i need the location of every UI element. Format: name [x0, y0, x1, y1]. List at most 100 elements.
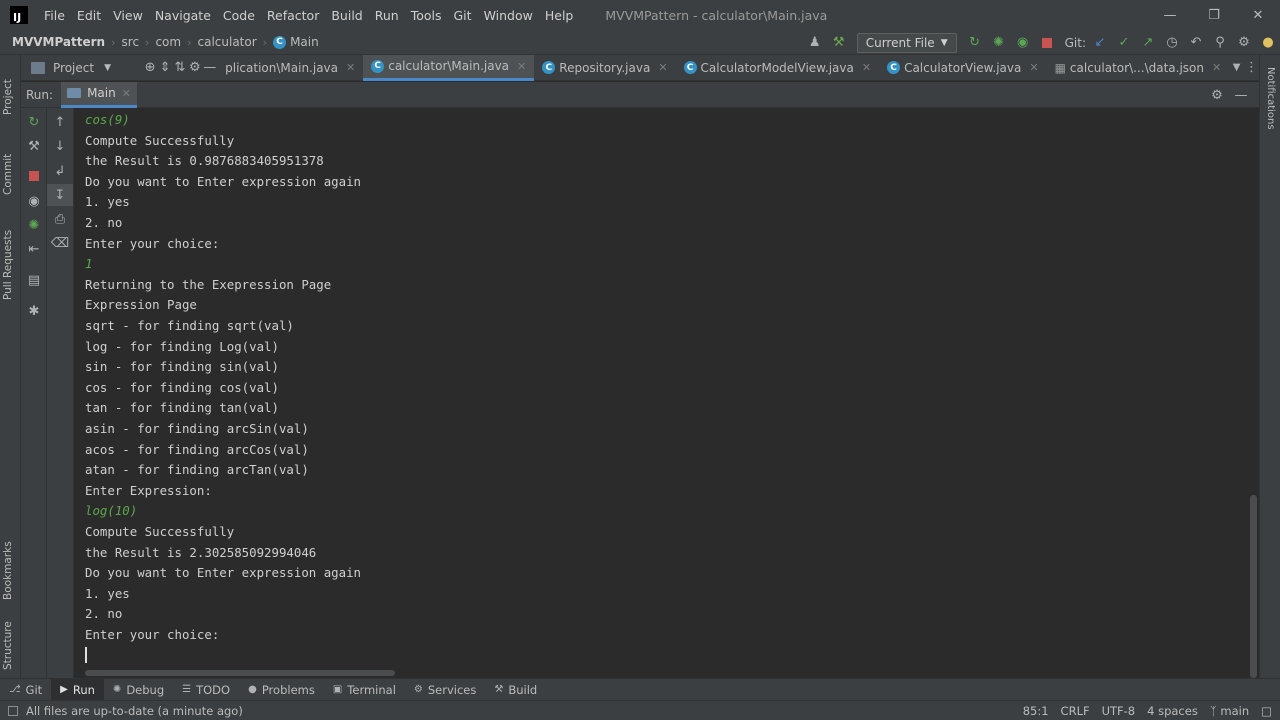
- gear-icon[interactable]: ⚙: [187, 56, 202, 80]
- pull-requests-tool-label[interactable]: Pull Requests: [2, 230, 14, 300]
- problems-icon: ●: [248, 684, 257, 695]
- history-icon[interactable]: ◷: [1160, 31, 1184, 55]
- build-hammer-icon[interactable]: ⚒: [827, 31, 851, 55]
- git-update-icon[interactable]: ↙: [1088, 31, 1112, 55]
- menu-tools[interactable]: Tools: [405, 8, 448, 23]
- rollback-icon[interactable]: ↶: [1184, 31, 1208, 55]
- exit-icon[interactable]: ⇤: [21, 238, 47, 260]
- more-vertical-icon[interactable]: ⋮: [1244, 56, 1259, 80]
- line-separator[interactable]: CRLF: [1061, 704, 1090, 718]
- breadcrumb-calculator[interactable]: calculator: [198, 35, 257, 49]
- breadcrumb-project[interactable]: MVVMPattern: [12, 35, 105, 49]
- tab-calculator-model-view[interactable]: C CalculatorModelView.java ✕: [676, 55, 880, 81]
- rerun-icon[interactable]: ↻: [21, 111, 47, 133]
- print-icon[interactable]: ⎙: [47, 208, 73, 230]
- stop-icon[interactable]: [1035, 31, 1059, 55]
- tab-calculator-main[interactable]: C calculator\Main.java ✕: [363, 54, 535, 81]
- indent-setting[interactable]: 4 spaces: [1147, 704, 1198, 718]
- tool-window-run[interactable]: ▶ Run: [51, 678, 104, 701]
- stop-icon[interactable]: [21, 165, 47, 187]
- close-tab-icon[interactable]: ✕: [862, 61, 871, 74]
- arrow-down-icon[interactable]: ↓: [47, 135, 73, 157]
- trash-icon[interactable]: ⌫: [47, 232, 73, 254]
- restore-icon[interactable]: ❐: [1192, 0, 1236, 30]
- minimize-icon[interactable]: —: [1148, 0, 1192, 30]
- layout-icon[interactable]: ▤: [21, 269, 47, 291]
- close-tab-icon[interactable]: ✕: [1029, 61, 1038, 74]
- console-output-line: atan - for finding arcTan(val): [85, 462, 309, 478]
- breadcrumb-src[interactable]: src: [122, 35, 140, 49]
- gear-icon[interactable]: ⚙: [1232, 31, 1256, 55]
- structure-tool-label[interactable]: Structure: [2, 621, 14, 670]
- project-view-selector[interactable]: Project ▼: [31, 61, 143, 75]
- horizontal-scrollbar[interactable]: [85, 670, 395, 676]
- wrench-icon[interactable]: ⚒: [21, 135, 47, 157]
- tool-window-build[interactable]: ⚒ Build: [485, 679, 546, 701]
- close-tab-icon[interactable]: ✕: [122, 87, 131, 100]
- arrow-up-icon[interactable]: ↑: [47, 111, 73, 133]
- user-icon[interactable]: ♟: [803, 31, 827, 55]
- menu-file[interactable]: File: [38, 8, 71, 23]
- expand-all-icon[interactable]: ⇕: [158, 56, 173, 80]
- menu-help[interactable]: Help: [539, 8, 580, 23]
- bookmarks-tool-label[interactable]: Bookmarks: [2, 541, 14, 600]
- caret-position[interactable]: 85:1: [1023, 704, 1049, 718]
- run-tab-main[interactable]: Main ✕: [61, 81, 137, 108]
- tab-data-json[interactable]: ▦ calculator\...\data.json ✕: [1047, 55, 1230, 81]
- lock-icon[interactable]: □: [1261, 704, 1272, 718]
- gear-icon[interactable]: ⚙: [1205, 83, 1229, 107]
- menu-edit[interactable]: Edit: [71, 8, 107, 23]
- tool-window-bar: ⎇ Git ▶ Run ✺ Debug ☰ TODO ● Problems ▣ Terminal ⚙ Se…: [0, 678, 1280, 701]
- menu-refactor[interactable]: Refactor: [261, 8, 325, 23]
- console-output[interactable]: cos(9) Compute Successfully the Result is …: [75, 108, 1250, 678]
- git-branch[interactable]: ᛉ main: [1210, 704, 1249, 718]
- debug-bug-icon[interactable]: ✺: [987, 31, 1011, 55]
- tool-window-todo[interactable]: ☰ TODO: [173, 679, 239, 701]
- menu-git[interactable]: Git: [448, 8, 478, 23]
- tab-application-main[interactable]: plication\Main.java ✕: [217, 55, 363, 81]
- commit-tool-label[interactable]: Commit: [2, 154, 14, 195]
- collapse-all-icon[interactable]: ⇅: [172, 56, 187, 80]
- locate-icon[interactable]: ⊕: [143, 56, 158, 80]
- menu-window[interactable]: Window: [478, 8, 539, 23]
- breadcrumb-main[interactable]: C Main: [273, 35, 319, 49]
- tab-list-chevron-icon[interactable]: ▼: [1229, 56, 1244, 80]
- menu-view[interactable]: View: [107, 8, 149, 23]
- run-configuration-select[interactable]: Current File ▼: [856, 32, 957, 53]
- close-tab-icon[interactable]: ✕: [658, 61, 667, 74]
- tool-window-terminal[interactable]: ▣ Terminal: [324, 679, 405, 701]
- tool-window-services[interactable]: ⚙ Services: [405, 679, 485, 701]
- tab-repository[interactable]: C Repository.java ✕: [534, 55, 675, 81]
- tool-window-problems[interactable]: ● Problems: [239, 679, 324, 701]
- file-encoding[interactable]: UTF-8: [1102, 704, 1136, 718]
- menu-code[interactable]: Code: [217, 8, 261, 23]
- tool-window-git[interactable]: ⎇ Git: [0, 679, 51, 701]
- menu-run[interactable]: Run: [369, 8, 405, 23]
- rerun-icon[interactable]: ↻: [963, 31, 987, 55]
- hide-icon[interactable]: —: [1229, 83, 1253, 107]
- hide-icon[interactable]: —: [202, 56, 217, 80]
- close-tab-icon[interactable]: ✕: [517, 60, 526, 73]
- git-commit-icon[interactable]: ✓: [1112, 31, 1136, 55]
- debug-bug-icon[interactable]: ✺: [21, 214, 47, 236]
- close-tab-icon[interactable]: ✕: [1212, 61, 1221, 74]
- git-push-icon[interactable]: ↗: [1136, 31, 1160, 55]
- menu-build[interactable]: Build: [325, 8, 368, 23]
- close-icon[interactable]: ✕: [1236, 0, 1280, 30]
- pin-icon[interactable]: ✱: [21, 300, 47, 322]
- breadcrumb-com[interactable]: com: [155, 35, 181, 49]
- project-tool-label[interactable]: Project: [2, 79, 14, 115]
- plugin-icon[interactable]: ●: [1256, 31, 1280, 55]
- vertical-scrollbar[interactable]: [1250, 495, 1257, 678]
- menu-navigate[interactable]: Navigate: [149, 8, 217, 23]
- coverage-icon[interactable]: ◉: [1011, 31, 1035, 55]
- search-icon[interactable]: ⚲: [1208, 31, 1232, 55]
- scroll-to-end-icon[interactable]: ↧: [47, 184, 73, 206]
- soft-wrap-icon[interactable]: ↲: [47, 160, 73, 182]
- status-toggle-icon[interactable]: [8, 705, 18, 716]
- tab-calculator-view[interactable]: C CalculatorView.java ✕: [879, 55, 1047, 81]
- tool-window-debug[interactable]: ✺ Debug: [104, 679, 173, 701]
- notifications-tool-label[interactable]: Notifications: [1265, 67, 1276, 130]
- camera-icon[interactable]: ◉: [21, 190, 47, 212]
- close-tab-icon[interactable]: ✕: [346, 61, 355, 74]
